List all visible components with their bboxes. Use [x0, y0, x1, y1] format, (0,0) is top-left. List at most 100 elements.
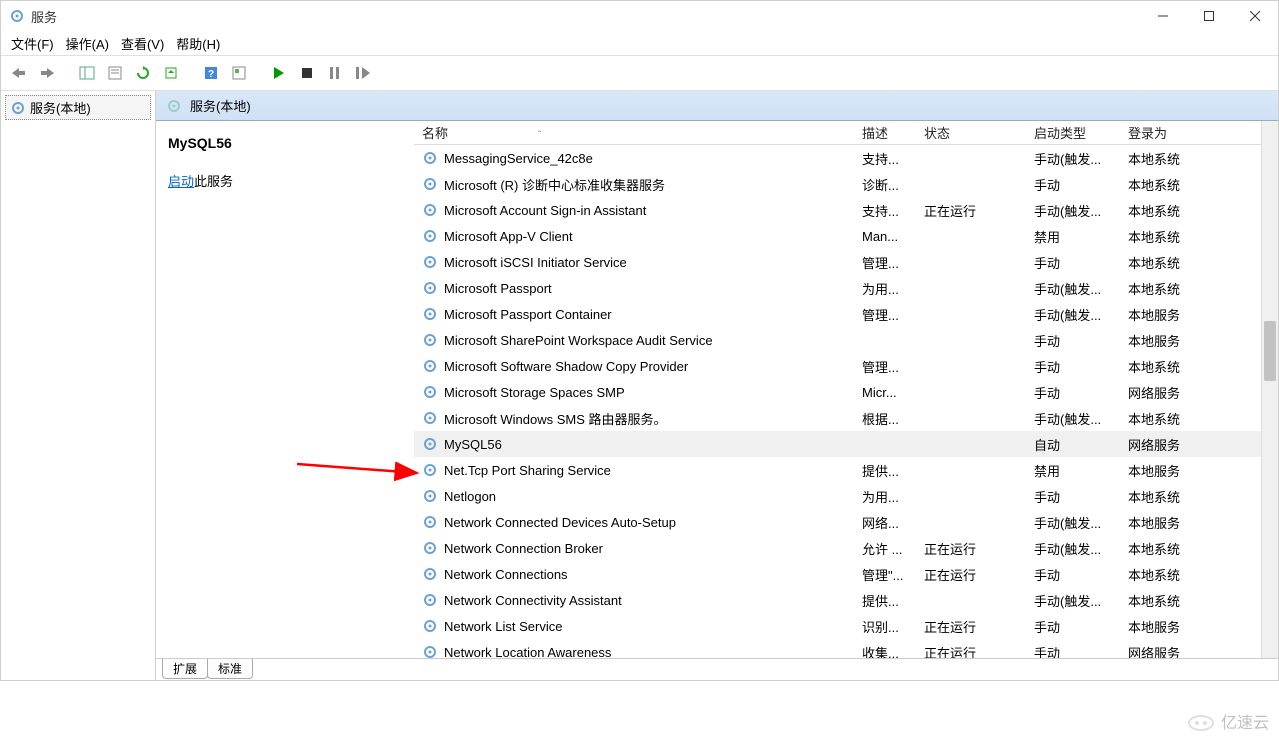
- maximize-button[interactable]: [1186, 1, 1232, 31]
- service-row[interactable]: Microsoft Storage Spaces SMPMicr...手动网络服…: [414, 379, 1278, 405]
- service-row[interactable]: Network Connections管理"...正在运行手动本地系统: [414, 561, 1278, 587]
- help-button[interactable]: ?: [199, 61, 223, 85]
- service-desc: Man...: [854, 229, 916, 244]
- restart-service-button[interactable]: [351, 61, 375, 85]
- export-list-button[interactable]: [159, 61, 183, 85]
- tab-standard[interactable]: 标准: [207, 659, 253, 679]
- service-login: 网络服务: [1120, 435, 1210, 454]
- gear-icon: [422, 176, 438, 192]
- service-login: 本地服务: [1120, 617, 1210, 636]
- service-name: Network List Service: [444, 619, 562, 634]
- service-startup: 手动(触发...: [1026, 513, 1120, 532]
- service-status: 正在运行: [916, 539, 1026, 558]
- menu-action[interactable]: 操作(A): [66, 34, 109, 53]
- back-button[interactable]: [7, 61, 31, 85]
- service-name: Microsoft App-V Client: [444, 229, 573, 244]
- service-desc: 支持...: [854, 149, 916, 168]
- minimize-button[interactable]: [1140, 1, 1186, 31]
- service-row[interactable]: Microsoft (R) 诊断中心标准收集器服务诊断...手动本地系统: [414, 171, 1278, 197]
- pause-service-button[interactable]: [323, 61, 347, 85]
- scroll-thumb[interactable]: [1264, 321, 1276, 381]
- service-desc: 为用...: [854, 487, 916, 506]
- service-startup: 禁用: [1026, 227, 1120, 246]
- service-name: Network Connected Devices Auto-Setup: [444, 515, 676, 530]
- service-desc: Micr...: [854, 385, 916, 400]
- gear-icon: [422, 514, 438, 530]
- service-name: Net.Tcp Port Sharing Service: [444, 463, 611, 478]
- service-login: 本地服务: [1120, 461, 1210, 480]
- service-desc: 管理...: [854, 305, 916, 324]
- service-startup: 手动(触发...: [1026, 279, 1120, 298]
- service-startup: 手动(触发...: [1026, 305, 1120, 324]
- service-startup: 手动: [1026, 487, 1120, 506]
- gear-icon: [422, 488, 438, 504]
- service-startup: 手动: [1026, 617, 1120, 636]
- column-logon-as[interactable]: 登录为: [1120, 123, 1210, 142]
- column-name[interactable]: 名称ˆ: [414, 123, 854, 142]
- service-row[interactable]: Microsoft iSCSI Initiator Service管理...手动…: [414, 249, 1278, 275]
- gear-icon: [422, 644, 438, 658]
- menu-view[interactable]: 查看(V): [121, 34, 164, 53]
- tab-extended[interactable]: 扩展: [162, 659, 208, 679]
- service-startup: 手动(触发...: [1026, 591, 1120, 610]
- menu-help[interactable]: 帮助(H): [176, 34, 220, 53]
- menu-file[interactable]: 文件(F): [11, 34, 54, 53]
- service-row[interactable]: Microsoft Windows SMS 路由器服务。根据...手动(触发..…: [414, 405, 1278, 431]
- service-name: MessagingService_42c8e: [444, 151, 593, 166]
- refresh-button[interactable]: [131, 61, 155, 85]
- service-desc: 管理"...: [854, 565, 916, 584]
- gear-icon: [422, 358, 438, 374]
- service-desc: 提供...: [854, 461, 916, 480]
- service-name: Microsoft Windows SMS 路由器服务。: [444, 409, 666, 428]
- service-row[interactable]: MessagingService_42c8e支持...手动(触发...本地系统: [414, 145, 1278, 171]
- service-login: 本地系统: [1120, 149, 1210, 168]
- service-startup: 手动: [1026, 253, 1120, 272]
- service-row[interactable]: Microsoft Passport Container管理...手动(触发..…: [414, 301, 1278, 327]
- service-row[interactable]: MySQL56自动网络服务: [414, 431, 1278, 457]
- service-desc: 收集...: [854, 643, 916, 659]
- service-row[interactable]: Netlogon为用...手动本地系统: [414, 483, 1278, 509]
- properties-button[interactable]: [103, 61, 127, 85]
- vertical-scrollbar[interactable]: [1261, 121, 1278, 658]
- service-name: Network Location Awareness: [444, 645, 611, 659]
- service-startup: 手动: [1026, 383, 1120, 402]
- service-startup: 手动: [1026, 175, 1120, 194]
- service-row[interactable]: Microsoft App-V ClientMan...禁用本地系统: [414, 223, 1278, 249]
- column-startup-type[interactable]: 启动类型: [1026, 123, 1120, 142]
- gear-icon: [422, 202, 438, 218]
- service-row[interactable]: Microsoft SharePoint Workspace Audit Ser…: [414, 327, 1278, 353]
- service-startup: 手动: [1026, 643, 1120, 659]
- selected-service-name: MySQL56: [168, 135, 406, 151]
- start-service-link[interactable]: 启动: [168, 174, 194, 189]
- service-login: 本地系统: [1120, 279, 1210, 298]
- column-description[interactable]: 描述: [854, 123, 916, 142]
- tree-node-services-local[interactable]: 服务(本地): [5, 95, 151, 120]
- service-login: 本地系统: [1120, 409, 1210, 428]
- close-button[interactable]: [1232, 1, 1278, 31]
- show-hide-tree-button[interactable]: [75, 61, 99, 85]
- service-login: 本地服务: [1120, 305, 1210, 324]
- action-pane-button[interactable]: [227, 61, 251, 85]
- service-status: 正在运行: [916, 617, 1026, 636]
- service-row[interactable]: Microsoft Account Sign-in Assistant支持...…: [414, 197, 1278, 223]
- gear-icon: [422, 306, 438, 322]
- forward-button[interactable]: [35, 61, 59, 85]
- service-row[interactable]: Microsoft Passport为用...手动(触发...本地系统: [414, 275, 1278, 301]
- service-row[interactable]: Microsoft Software Shadow Copy Provider管…: [414, 353, 1278, 379]
- service-row[interactable]: Network Location Awareness收集...正在运行手动网络服…: [414, 639, 1278, 658]
- start-service-button[interactable]: [267, 61, 291, 85]
- stop-service-button[interactable]: [295, 61, 319, 85]
- service-row[interactable]: Network Connected Devices Auto-Setup网络..…: [414, 509, 1278, 535]
- service-row[interactable]: Network List Service识别...正在运行手动本地服务: [414, 613, 1278, 639]
- gear-icon: [422, 280, 438, 296]
- column-status[interactable]: 状态: [916, 123, 1026, 142]
- service-row[interactable]: Network Connection Broker允许 ...正在运行手动(触发…: [414, 535, 1278, 561]
- gear-icon: [422, 462, 438, 478]
- service-login: 本地系统: [1120, 539, 1210, 558]
- service-row[interactable]: Network Connectivity Assistant提供...手动(触发…: [414, 587, 1278, 613]
- service-login: 本地系统: [1120, 591, 1210, 610]
- window-title: 服务: [31, 7, 57, 26]
- service-login: 本地系统: [1120, 253, 1210, 272]
- service-row[interactable]: Net.Tcp Port Sharing Service提供...禁用本地服务: [414, 457, 1278, 483]
- service-name: Microsoft Account Sign-in Assistant: [444, 203, 646, 218]
